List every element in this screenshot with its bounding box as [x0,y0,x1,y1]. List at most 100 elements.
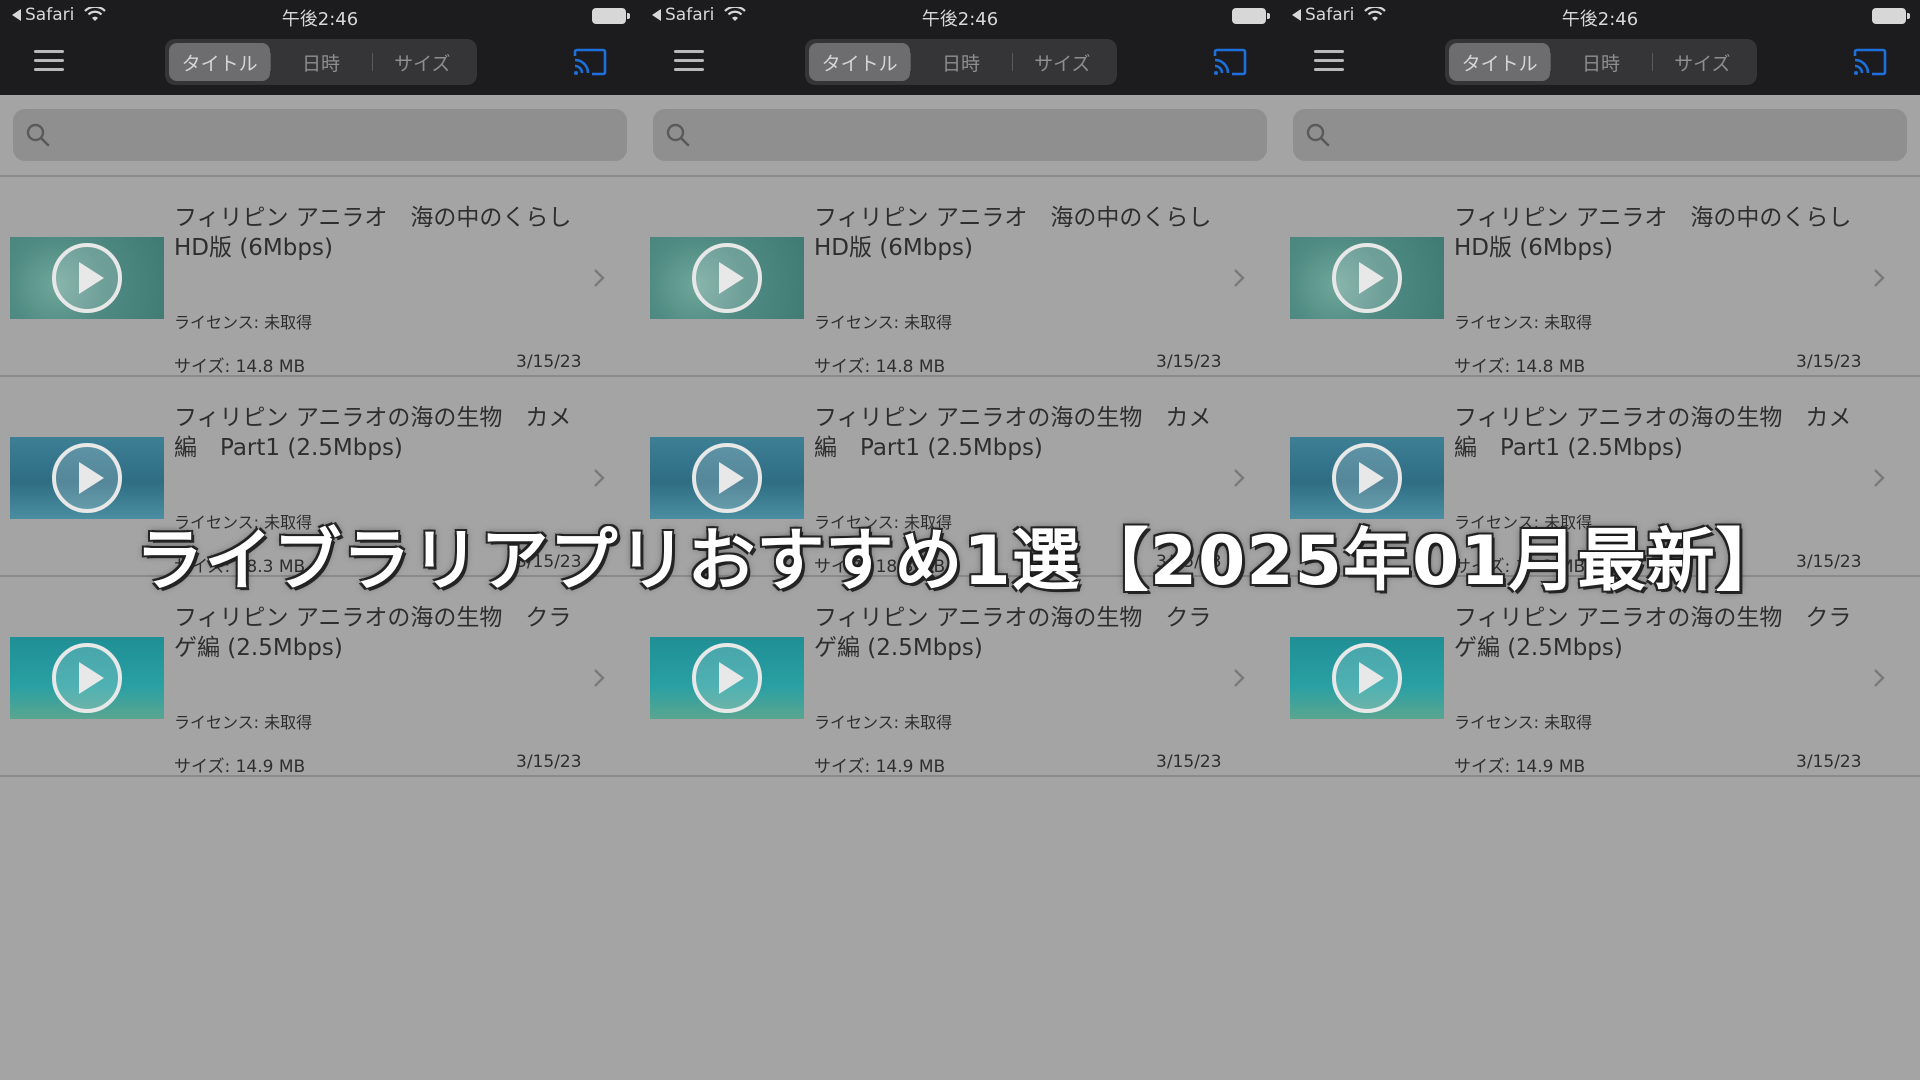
video-date: 3/15/23 [1156,752,1222,772]
segment-title[interactable]: タイトル [1449,43,1551,81]
sort-segmented-control: タイトル 日時 サイズ [1445,39,1757,85]
video-date: 3/15/23 [516,352,582,372]
battery-icon [1872,8,1910,24]
list-item[interactable]: フィリピン アニラオ 海の中のくらし HD版 (6Mbps) ライセンス: 未取… [0,177,640,377]
video-title: フィリピン アニラオの海の生物 カメ編 Part1 (2.5Mbps) [174,405,572,461]
video-title: フィリピン アニラオ 海の中のくらし HD版 (6Mbps) [1454,205,1875,261]
video-list: フィリピン アニラオ 海の中のくらし HD版 (6Mbps) ライセンス: 未取… [640,175,1280,777]
segment-date[interactable]: 日時 [1550,43,1651,81]
play-icon [1332,243,1402,313]
play-icon [52,643,122,713]
chevron-right-icon [1874,469,1885,487]
divider [1280,775,1920,777]
search-input[interactable] [1293,109,1907,161]
chevron-right-icon [594,469,605,487]
status-bar: Safari 午後2:46 [1280,0,1920,32]
video-size: サイズ: 14.8 MB [174,357,306,377]
overlay-headline: ライブラリアプリおすすめ1選【2025年01月最新】 [135,522,1785,601]
cast-icon[interactable] [572,48,608,76]
video-size: サイズ: 14.9 MB [174,757,306,777]
menu-icon[interactable] [674,50,704,72]
chevron-right-icon [594,669,605,687]
search-icon [666,123,690,147]
segment-date[interactable]: 日時 [270,43,371,81]
play-icon [692,643,762,713]
chevron-right-icon [1234,469,1245,487]
chevron-right-icon [1874,669,1885,687]
top-bar: Safari 午後2:46 タイトル 日時 サイズ [1280,0,1920,95]
top-bar: Safari 午後2:46 タイトル 日時 サイズ [0,0,640,95]
cast-icon[interactable] [1852,48,1888,76]
video-thumbnail [1290,637,1444,719]
play-icon [692,443,762,513]
video-date: 3/15/23 [1796,752,1862,772]
divider [640,775,1280,777]
video-date: 3/15/23 [516,752,582,772]
video-thumbnail [1290,237,1444,319]
video-list: フィリピン アニラオ 海の中のくらし HD版 (6Mbps) ライセンス: 未取… [1280,175,1920,777]
video-title: フィリピン アニラオの海の生物 クラゲ編 (2.5Mbps) [174,605,572,661]
search-icon [26,123,50,147]
video-title: フィリピン アニラオの海の生物 カメ編 Part1 (2.5Mbps) [1454,405,1852,461]
video-title: フィリピン アニラオ 海の中のくらし HD版 (6Mbps) [174,205,595,261]
video-thumbnail [10,237,164,319]
video-license: ライセンス: 未取得 [1454,313,1593,332]
play-icon [52,443,122,513]
segment-size[interactable]: サイズ [1011,43,1113,81]
video-thumbnail [650,237,804,319]
list-item[interactable]: フィリピン アニラオの海の生物 クラゲ編 (2.5Mbps) ライセンス: 未取… [0,577,640,777]
play-icon [1332,443,1402,513]
play-icon [1332,643,1402,713]
search-icon [1306,123,1330,147]
segment-size[interactable]: サイズ [1651,43,1753,81]
video-license: ライセンス: 未取得 [1454,713,1593,732]
status-bar: Safari 午後2:46 [640,0,1280,32]
play-icon [692,243,762,313]
segment-title[interactable]: タイトル [809,43,911,81]
chevron-right-icon [1234,269,1245,287]
video-license: ライセンス: 未取得 [814,713,953,732]
video-license: ライセンス: 未取得 [174,713,313,732]
video-title: フィリピン アニラオ 海の中のくらし HD版 (6Mbps) [814,205,1235,261]
top-bar: Safari 午後2:46 タイトル 日時 サイズ [640,0,1280,95]
video-date: 3/15/23 [1156,352,1222,372]
battery-icon [592,8,630,24]
video-size: サイズ: 14.8 MB [814,357,946,377]
cast-icon[interactable] [1212,48,1248,76]
video-list: フィリピン アニラオ 海の中のくらし HD版 (6Mbps) ライセンス: 未取… [0,175,640,777]
video-license: ライセンス: 未取得 [814,313,953,332]
menu-icon[interactable] [34,50,64,72]
play-icon [52,243,122,313]
divider [0,775,640,777]
status-bar: Safari 午後2:46 [0,0,640,32]
chevron-right-icon [1234,669,1245,687]
sort-segmented-control: タイトル 日時 サイズ [805,39,1117,85]
video-thumbnail [650,637,804,719]
segment-size[interactable]: サイズ [371,43,473,81]
list-item[interactable]: フィリピン アニラオの海の生物 クラゲ編 (2.5Mbps) ライセンス: 未取… [640,577,1280,777]
chevron-right-icon [594,269,605,287]
status-time: 午後2:46 [1561,9,1639,30]
segment-date[interactable]: 日時 [910,43,1011,81]
status-time: 午後2:46 [921,9,999,30]
menu-icon[interactable] [1314,50,1344,72]
video-title: フィリピン アニラオの海の生物 クラゲ編 (2.5Mbps) [1454,605,1852,661]
video-size: サイズ: 14.9 MB [814,757,946,777]
list-item[interactable]: フィリピン アニラオ 海の中のくらし HD版 (6Mbps) ライセンス: 未取… [1280,177,1920,377]
search-input[interactable] [13,109,627,161]
video-title: フィリピン アニラオの海の生物 クラゲ編 (2.5Mbps) [814,605,1212,661]
status-time: 午後2:46 [281,9,359,30]
video-size: サイズ: 14.9 MB [1454,757,1586,777]
chevron-right-icon [1874,269,1885,287]
search-input[interactable] [653,109,1267,161]
video-license: ライセンス: 未取得 [174,313,313,332]
segment-title[interactable]: タイトル [169,43,271,81]
video-date: 3/15/23 [1796,352,1862,372]
video-size: サイズ: 14.8 MB [1454,357,1586,377]
battery-icon [1232,8,1270,24]
list-item[interactable]: フィリピン アニラオ 海の中のくらし HD版 (6Mbps) ライセンス: 未取… [640,177,1280,377]
video-thumbnail [10,637,164,719]
video-title: フィリピン アニラオの海の生物 カメ編 Part1 (2.5Mbps) [814,405,1212,461]
list-item[interactable]: フィリピン アニラオの海の生物 クラゲ編 (2.5Mbps) ライセンス: 未取… [1280,577,1920,777]
sort-segmented-control: タイトル 日時 サイズ [165,39,477,85]
